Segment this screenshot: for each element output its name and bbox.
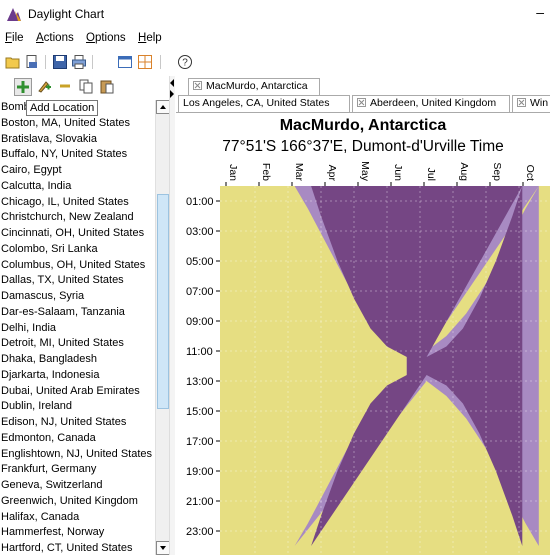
- location-list-item[interactable]: Dhaka, Bangladesh: [0, 352, 155, 368]
- month-tick-label: Jun: [392, 164, 404, 181]
- open-folder-icon[interactable]: [5, 54, 21, 70]
- tab-aberdeen[interactable]: Aberdeen, United Kingdom: [352, 95, 510, 112]
- location-list-item[interactable]: Colombo, Sri Lanka: [0, 242, 155, 258]
- title-bar: Daylight Chart –: [0, 0, 550, 28]
- location-list-item[interactable]: Bratislava, Slovakia: [0, 132, 155, 148]
- location-list-item[interactable]: Dallas, TX, United States: [0, 273, 155, 289]
- hour-tick-label: 09:00: [186, 316, 214, 328]
- location-list-item[interactable]: Columbus, OH, United States: [0, 258, 155, 274]
- scroll-up-arrow-icon[interactable]: [156, 100, 170, 114]
- tab-macmurdo[interactable]: MacMurdo, Antarctica: [188, 78, 320, 95]
- hour-tick-label: 07:00: [186, 286, 214, 298]
- tab-close-icon[interactable]: [357, 98, 366, 107]
- locations-toolbar: [0, 76, 172, 98]
- tab-close-icon[interactable]: [517, 98, 526, 107]
- location-list-item[interactable]: Cairo, Egypt: [0, 163, 155, 179]
- location-list-item[interactable]: Cincinnati, OH, United States: [0, 226, 155, 242]
- hour-tick-label: 21:00: [186, 496, 214, 508]
- hour-tick-label: 03:00: [186, 226, 214, 238]
- location-list-item[interactable]: Englishtown, NJ, United States: [0, 447, 155, 463]
- location-list-item[interactable]: Damascus, Syria: [0, 289, 155, 305]
- app-logo-icon: [7, 8, 21, 21]
- month-tick-label: Apr: [326, 165, 338, 182]
- location-list-item[interactable]: Frankfurt, Germany: [0, 462, 155, 478]
- tab-los-angeles[interactable]: Los Angeles, CA, United States: [178, 95, 350, 112]
- location-list[interactable]: Bombay Boston, MA, United States Bratislav…: [0, 100, 155, 555]
- scroll-down-arrow-icon[interactable]: [156, 541, 170, 555]
- print-icon[interactable]: [71, 54, 87, 70]
- window-title: Daylight Chart: [28, 7, 105, 21]
- menu-bar: File Actions Options Help: [0, 29, 550, 49]
- collapse-right-icon[interactable]: [170, 90, 174, 98]
- location-list-scrollbar[interactable]: [155, 100, 170, 555]
- location-list-item[interactable]: Dublin, Ireland: [0, 399, 155, 415]
- scrollbar-thumb[interactable]: [157, 194, 169, 409]
- location-list-item[interactable]: Hartford, CT, United States: [0, 541, 155, 555]
- month-tick-label: Feb: [260, 163, 272, 181]
- hour-tick-label: 11:00: [186, 346, 213, 358]
- add-location-icon: [17, 81, 29, 93]
- edit-location-button[interactable]: [36, 78, 54, 96]
- collapse-left-icon[interactable]: [170, 79, 174, 87]
- remove-location-button[interactable]: [57, 78, 75, 96]
- hour-tick-label: 05:00: [186, 256, 214, 268]
- location-list-item[interactable]: Djarkarta, Indonesia: [0, 368, 155, 384]
- month-tick-label: Sep: [491, 162, 503, 181]
- grid-icon[interactable]: [137, 54, 153, 70]
- hour-tick-label: 17:00: [186, 436, 214, 448]
- menu-help[interactable]: Help: [138, 32, 162, 44]
- location-list-item[interactable]: Geneva, Switzerland: [0, 478, 155, 494]
- hour-tick-label: 01:00: [186, 196, 214, 208]
- tab-row-top: MacMurdo, Antarctica: [180, 78, 550, 95]
- location-list-item[interactable]: Delhi, India: [0, 321, 155, 337]
- location-list-item[interactable]: Detroit, MI, United States: [0, 336, 155, 352]
- menu-options[interactable]: Options: [86, 32, 126, 44]
- location-list-item[interactable]: Chicago, IL, United States: [0, 195, 155, 211]
- location-list-item[interactable]: Buffalo, NY, United States: [0, 147, 155, 163]
- paste-button[interactable]: [99, 78, 117, 96]
- svg-text:?: ?: [182, 58, 188, 69]
- paste-icon: [100, 80, 114, 94]
- daylight-chart: JanFebMarAprMayJunJulAugSepOctNov01:0003…: [186, 161, 550, 555]
- location-list-item[interactable]: Hammerfest, Norway: [0, 525, 155, 541]
- month-tick-label: May: [359, 161, 371, 182]
- location-list-item[interactable]: Calcutta, India: [0, 179, 155, 195]
- tab-close-icon[interactable]: [193, 81, 202, 90]
- minimize-button[interactable]: –: [536, 4, 544, 20]
- edit-location-icon: [38, 81, 51, 93]
- copy-icon: [79, 79, 93, 94]
- location-list-item[interactable]: Greenwich, United Kingdom: [0, 494, 155, 510]
- hour-tick-label: 19:00: [186, 466, 214, 478]
- month-tick-label: Oct: [524, 165, 536, 181]
- location-list-item[interactable]: Dar-es-Salaam, Tanzania: [0, 305, 155, 321]
- tab-win[interactable]: Win: [512, 95, 550, 112]
- help-icon[interactable]: ?: [177, 54, 193, 70]
- open-file-icon[interactable]: [24, 54, 40, 70]
- tab-row-bottom: Los Angeles, CA, United States Aberdeen,…: [176, 95, 550, 112]
- location-list-item[interactable]: Halifax, Canada: [0, 510, 155, 526]
- month-tick-label: Mar: [293, 163, 305, 182]
- month-tick-label: Aug: [458, 162, 470, 181]
- menu-file[interactable]: File: [5, 32, 24, 44]
- remove-location-icon: [60, 84, 70, 88]
- hour-tick-label: 15:00: [186, 406, 214, 418]
- hour-tick-label: 23:00: [186, 526, 214, 538]
- month-tick-label: Jul: [425, 168, 437, 181]
- save-icon[interactable]: [52, 54, 68, 70]
- main-toolbar: ?: [0, 51, 550, 73]
- window-icon[interactable]: [117, 54, 133, 70]
- split-pane-divider[interactable]: [169, 76, 175, 555]
- daylight-chart-panel: MacMurdo, Antarctica 77°51'S 166°37'E, D…: [176, 112, 550, 555]
- copy-button[interactable]: [78, 78, 96, 96]
- location-list-item[interactable]: Edmonton, Canada: [0, 431, 155, 447]
- location-list-item[interactable]: Christchurch, New Zealand: [0, 210, 155, 226]
- month-tick-label: Jan: [227, 164, 239, 181]
- add-location-button[interactable]: [14, 78, 32, 96]
- location-list-item[interactable]: Edison, NJ, United States: [0, 415, 155, 431]
- hour-tick-label: 13:00: [186, 376, 214, 388]
- add-location-tooltip: Add Location: [26, 100, 99, 116]
- menu-actions[interactable]: Actions: [36, 32, 74, 44]
- location-list-item[interactable]: Boston, MA, United States: [0, 116, 155, 132]
- location-list-item[interactable]: Dubai, United Arab Emirates: [0, 384, 155, 400]
